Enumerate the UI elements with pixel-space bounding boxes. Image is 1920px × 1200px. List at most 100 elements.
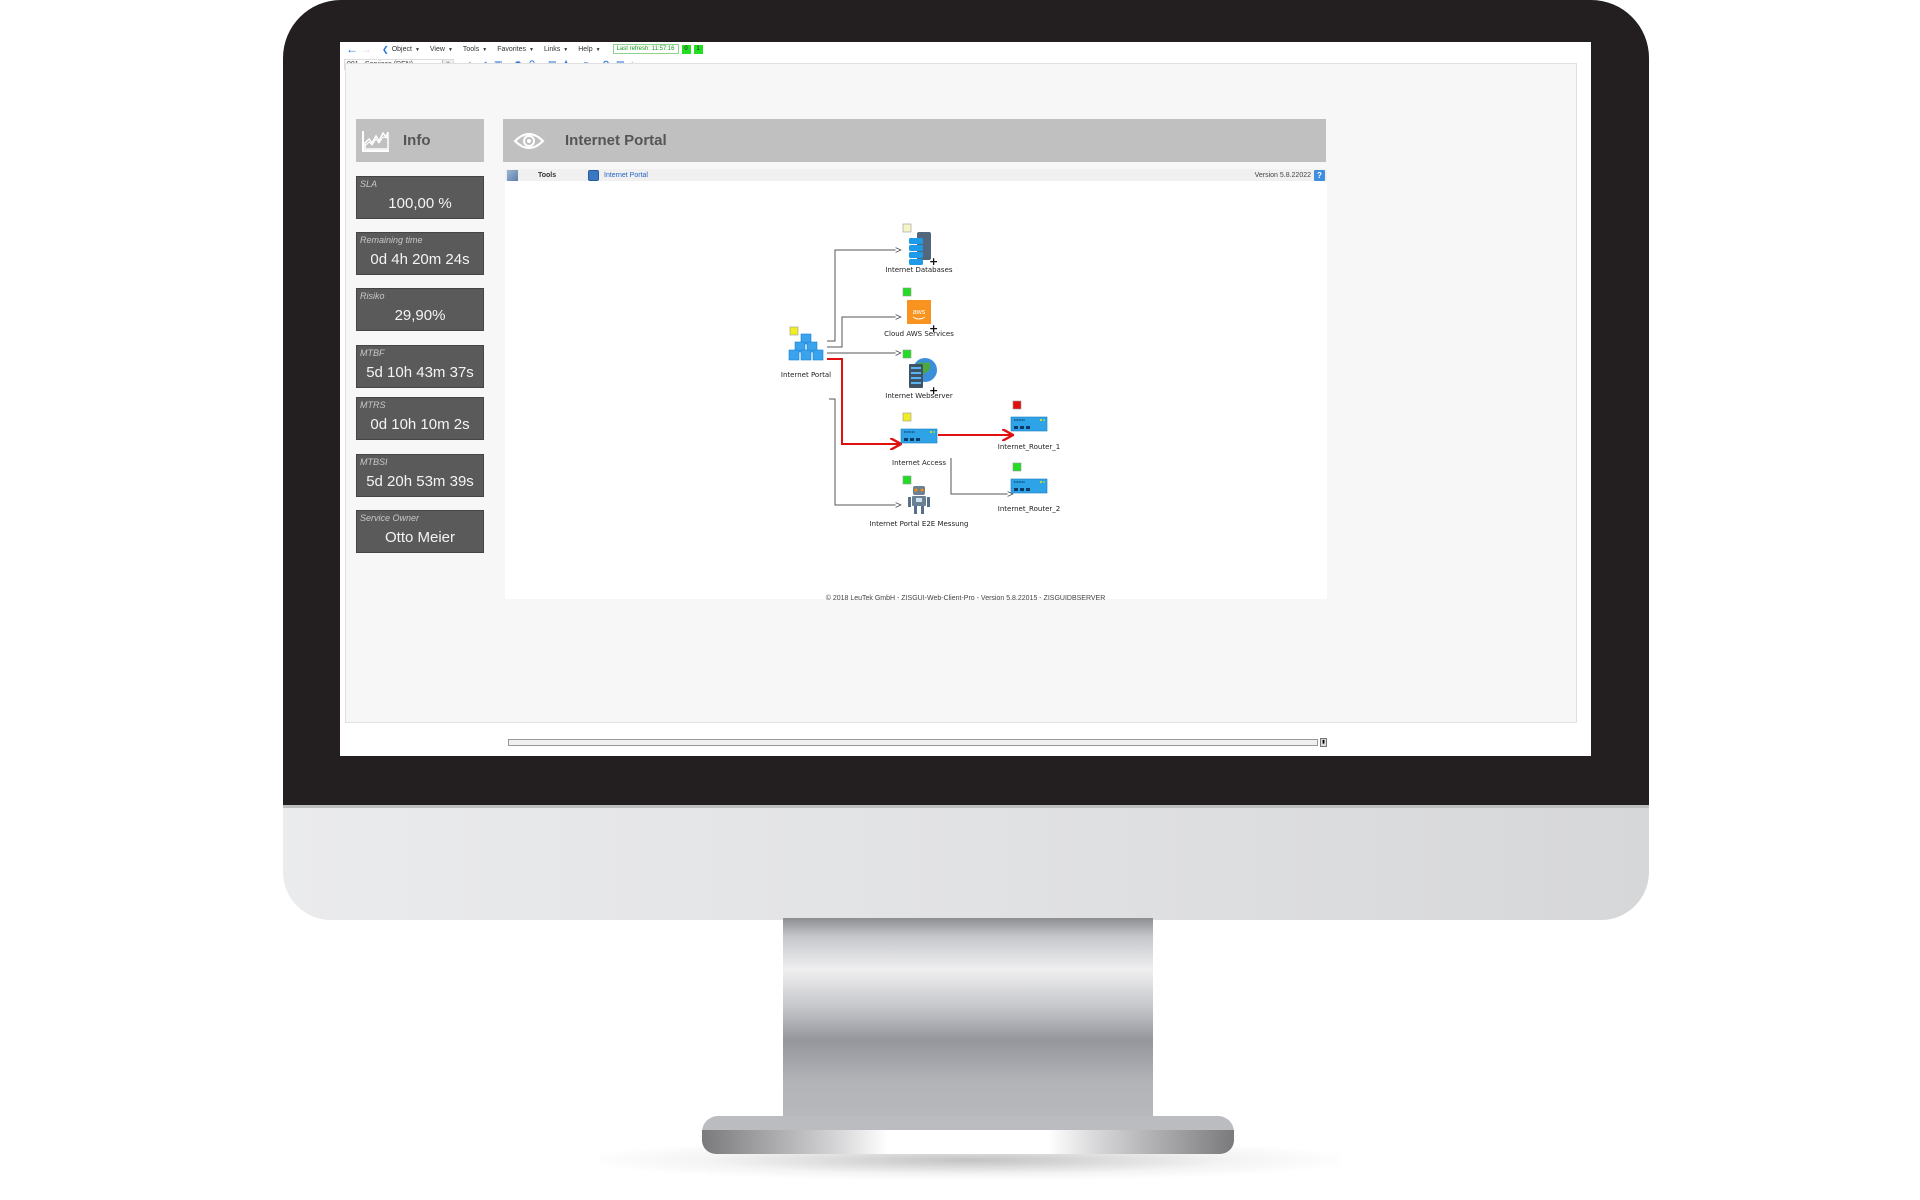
kpi-mtbsi: MTBSI 5d 20h 53m 39s [356,454,484,497]
kpi-value: 5d 20h 53m 39s [366,473,474,490]
menu-links[interactable]: Links ▼ [544,46,568,53]
kpi-label: MTBSI [360,457,388,467]
menu-tools-label: Tools [462,45,480,53]
menu-help-label: Help [578,45,593,53]
node-label: Internet Webserver [885,392,953,400]
service-title: Internet Portal [565,132,667,149]
kpi-mtrs: MTRS 0d 10h 10m 2s [356,397,484,440]
kpi-value: Otto Meier [384,529,456,546]
caret-down-icon: ▼ [414,46,420,53]
caret-down-icon: ▼ [595,46,601,53]
kpi-label: MTBF [360,348,385,358]
status-indicator [902,287,912,297]
kpi-value: 0d 10h 10m 2s [370,416,470,433]
kpi-label: MTRS [360,400,386,410]
kpi-risiko: Risiko 29,90% [356,288,484,331]
status-badge-0[interactable]: 0 [681,44,691,54]
node-label: Internet Portal [781,371,831,379]
status-indicator [902,412,912,422]
navigate-icon[interactable] [588,169,599,181]
router-icon [1010,416,1048,432]
node-label: Cloud AWS Services [884,330,954,338]
kpi-label: Service Owner [360,513,420,523]
menu-favorites-label: Favorites [497,45,526,53]
kpi-label: SLA [360,179,378,189]
kpi-remaining-time: Remaining time 0d 4h 20m 24s [356,232,484,275]
status-badge-1[interactable]: 1 [693,44,703,54]
menu-links-label: Links [543,45,561,53]
area-chart-icon [362,130,389,152]
node-e2e[interactable]: Internet Portal E2E Messung [870,475,969,528]
status-indicator [902,349,912,359]
kpi-value: 5d 10h 43m 37s [366,364,474,381]
last-refresh-indicator[interactable]: Last refresh: 11:57:16 [612,44,679,54]
help-icon[interactable]: ? [1314,169,1325,181]
router-icon [900,428,938,444]
node-r2[interactable]: Internet_Router_2 [998,462,1060,513]
edge-portal-access [827,358,901,444]
kpi-service-owner: Service Owner Otto Meier [356,510,484,553]
kpi-value: 0d 4h 20m 24s [370,251,470,268]
scrollbar-end-button[interactable]: ▮ [1320,738,1327,747]
version-label: Version 5.8.22022 [1254,171,1311,179]
node-portal[interactable]: Internet Portal [781,326,831,379]
footer: © 2018 LeuTek GmbH - ZISGUI-Web-Client-P… [825,595,1106,602]
monitor-chin [283,805,1649,920]
menu-view[interactable]: View ▼ [430,46,453,53]
service-header: Internet Portal [503,119,1326,162]
node-label: Internet Databases [885,266,952,274]
kpi-mtbf: MTBF 5d 10h 43m 37s [356,345,484,388]
chevron-left-icon[interactable]: ❮ [382,45,389,54]
kpi-value: 100,00 % [388,195,452,212]
menu-help[interactable]: Help ▼ [578,46,600,53]
diagram-toolbar: Tools Internet Portal Version 5.8.22022 … [505,169,1327,181]
status-indicator [902,475,912,485]
router-icon [1010,478,1048,494]
node-access[interactable]: Internet Access [892,412,946,467]
node-aws[interactable]: aws+Cloud AWS Services [884,287,954,338]
menu-object-label: Object [391,45,412,53]
horizontal-scrollbar[interactable]: ▮ [505,737,1327,747]
eye-icon [513,132,545,149]
edge-portal-db [827,250,901,342]
caret-down-icon: ▼ [563,46,569,53]
kpi-value: 29,90% [394,307,446,324]
menu-object[interactable]: Object ▼ [392,46,420,53]
arrow-left-icon[interactable]: ← [346,43,360,55]
cubes-icon [788,333,824,361]
robot-icon [908,486,930,514]
stand-base [702,1130,1234,1154]
caret-down-icon: ▼ [447,46,453,53]
tools-button[interactable]: Tools [538,172,578,179]
node-r1[interactable]: Internet_Router_1 [998,400,1060,451]
info-title: Info [403,132,431,149]
scrollbar-track[interactable] [508,739,1318,746]
node-db[interactable]: +Internet Databases [885,223,953,274]
menu-view-label: View [429,45,445,53]
node-label: Internet Access [892,459,946,467]
arrow-right-icon[interactable]: → [360,43,380,55]
svg-text:aws: aws [913,309,926,316]
screen: ← → ❮ Object ▼ View ▼ Tools ▼ Favorites ▼ Li… [340,42,1591,756]
menu-tools[interactable]: Tools ▼ [463,46,487,53]
diagram-panel: Tools Internet Portal Version 5.8.22022 … [505,169,1327,747]
tools-icon[interactable] [507,169,518,181]
service-diagram: Internet Portal+Internet Databasesaws+Cl… [781,223,1060,528]
caret-down-icon: ▼ [482,46,488,53]
edge-access-r2 [950,458,1013,494]
node-label: Internet_Router_1 [998,443,1060,451]
kpi-sla: SLA 100,00 % [356,176,484,219]
database-icon: + [909,232,938,268]
breadcrumb-link[interactable]: Internet Portal [604,172,648,179]
menu-bar: ← → ❮ Object ▼ View ▼ Tools ▼ Favorites ▼ Li… [340,42,1591,56]
node-web[interactable]: +Internet Webserver [885,349,953,400]
status-indicator [789,326,799,336]
info-header: Info [356,119,484,162]
status-indicator [1012,400,1022,410]
kpi-label: Remaining time [360,235,423,245]
status-indicator [1012,462,1022,472]
status-indicator [902,223,912,233]
edge-portal-e2e [829,398,901,505]
kpi-label: Risiko [360,291,385,301]
menu-favorites[interactable]: Favorites ▼ [497,46,534,53]
